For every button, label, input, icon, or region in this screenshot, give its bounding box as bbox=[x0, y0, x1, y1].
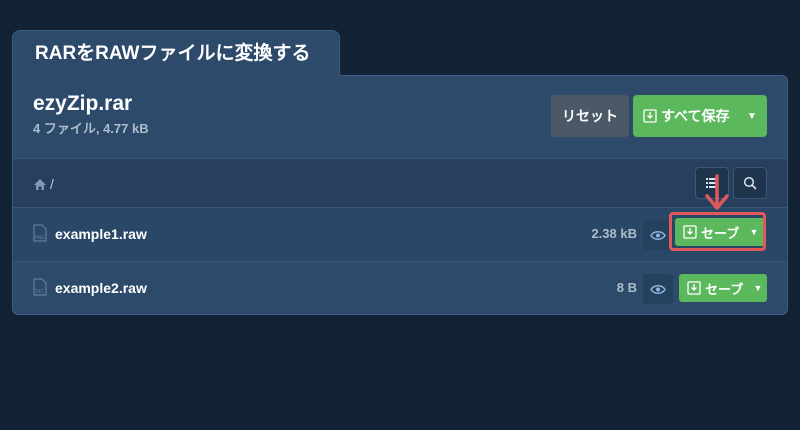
search-icon bbox=[743, 176, 757, 190]
search-button[interactable] bbox=[733, 167, 767, 199]
file-size: 2.38 kB bbox=[591, 226, 637, 241]
download-icon bbox=[643, 109, 657, 123]
breadcrumb-path: / bbox=[50, 176, 54, 192]
home-icon[interactable] bbox=[33, 178, 47, 191]
save-highlight-box bbox=[669, 212, 766, 251]
file-name[interactable]: example2.raw bbox=[55, 280, 147, 296]
save-all-label: すべて保存 bbox=[661, 108, 730, 124]
save-file-label: セーブ bbox=[705, 281, 744, 297]
eye-icon bbox=[650, 284, 666, 294]
reset-button[interactable]: リセット bbox=[551, 95, 629, 137]
file-toolbar: / bbox=[13, 158, 787, 208]
svg-text:TXT: TXT bbox=[34, 289, 44, 295]
breadcrumb[interactable]: / bbox=[33, 176, 54, 192]
eye-icon bbox=[650, 230, 666, 240]
file-icon: TXT bbox=[33, 278, 47, 296]
caret-down-icon[interactable]: ▼ bbox=[737, 111, 767, 122]
archive-name: ezyZip.rar bbox=[33, 92, 133, 115]
preview-button[interactable] bbox=[643, 274, 673, 304]
file-size: 8 B bbox=[616, 280, 637, 295]
file-row[interactable]: TXT example2.raw 8 B セーブ ▼ bbox=[13, 262, 787, 314]
file-name[interactable]: example1.raw bbox=[55, 226, 147, 242]
arrow-down-icon bbox=[705, 174, 729, 210]
archive-panel: ezyZip.rar 4 ファイル, 4.77 kB リセット すべて保存 ▼ … bbox=[12, 75, 788, 315]
archive-meta: 4 ファイル, 4.77 kB bbox=[33, 121, 149, 136]
file-icon: PNG bbox=[33, 224, 47, 242]
reset-button-label: リセット bbox=[562, 108, 618, 124]
svg-text:PNG: PNG bbox=[35, 235, 45, 241]
caret-down-icon[interactable]: ▼ bbox=[749, 283, 767, 293]
save-all-button[interactable]: すべて保存 ▼ bbox=[633, 95, 767, 137]
page-tab-title: RARをRAWファイルに変換する bbox=[12, 30, 340, 76]
save-file-button[interactable]: セーブ ▼ bbox=[679, 274, 767, 302]
archive-header: ezyZip.rar 4 ファイル, 4.77 kB リセット すべて保存 ▼ bbox=[13, 76, 787, 158]
download-icon bbox=[687, 281, 701, 295]
